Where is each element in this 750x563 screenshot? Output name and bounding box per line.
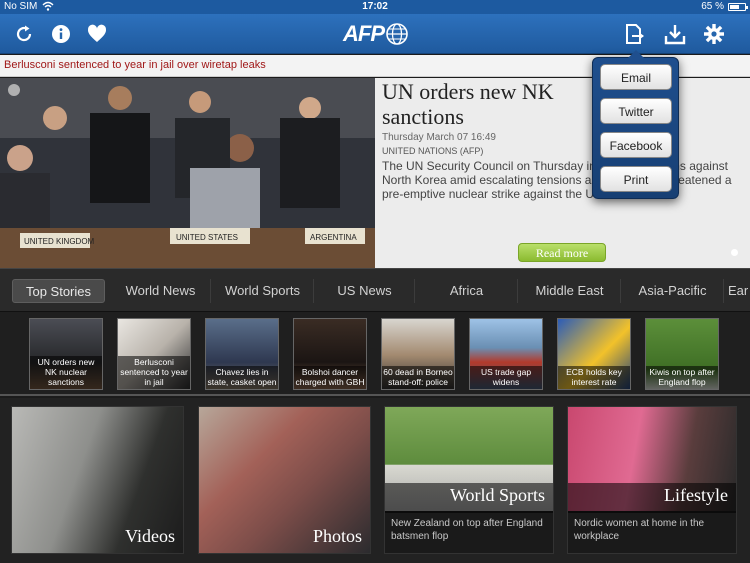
- thumb-caption: Bolshoi dancer charged with GBH: [294, 366, 366, 389]
- toolbar: AFP: [0, 14, 750, 54]
- battery-fill: [730, 5, 739, 9]
- tab-middle-east[interactable]: Middle East: [519, 279, 621, 303]
- sign-united-kingdom: UNITED KINGDOM: [24, 237, 95, 246]
- hero-body: The UN Security Council on Thursday impo…: [382, 159, 732, 201]
- thumb-caption: Kiwis on top after England flop: [646, 366, 718, 389]
- afp-logo: AFP: [343, 21, 408, 47]
- thumb-story[interactable]: Kiwis on top after England flop: [645, 318, 719, 390]
- hero-photo[interactable]: UNITED KINGDOM UNITED STATES ARGENTINA: [0, 78, 375, 268]
- info-button[interactable]: [49, 22, 73, 46]
- share-twitter-button[interactable]: Twitter: [600, 98, 672, 124]
- battery-percent: 65 %: [701, 1, 724, 12]
- download-icon: [664, 25, 686, 45]
- world-sports-label: World Sports: [449, 485, 545, 505]
- tab-us-news[interactable]: US News: [315, 279, 415, 303]
- tab-africa[interactable]: Africa: [416, 279, 518, 303]
- lifestyle-subtitle: Nordic women at home in the workplace: [574, 518, 705, 542]
- share-facebook-button[interactable]: Facebook: [600, 132, 672, 158]
- hero-photo-art: UNITED KINGDOM UNITED STATES ARGENTINA: [0, 78, 375, 268]
- thumb-story[interactable]: ECB holds key interest rate: [557, 318, 631, 390]
- share-print-button[interactable]: Print: [600, 166, 672, 192]
- thumb-caption: Berlusconi sentenced to year in jail: [118, 356, 190, 389]
- sign-argentina: ARGENTINA: [310, 233, 357, 242]
- hero-text: UN orders new NK sanctions Thursday Marc…: [382, 78, 748, 268]
- share-popover: Email Twitter Facebook Print: [592, 50, 679, 199]
- share-email-button[interactable]: Email: [600, 64, 672, 90]
- thumb-story[interactable]: Bolshoi dancer charged with GBH: [293, 318, 367, 390]
- lifestyle-label: Lifestyle: [664, 485, 728, 505]
- thumb-caption: UN orders new NK nuclear sanctions: [30, 356, 102, 389]
- hero-title[interactable]: UN orders new NK sanctions: [382, 79, 597, 129]
- videos-label: Videos: [125, 526, 175, 546]
- hero-source: UNITED NATIONS (AFP): [382, 146, 484, 156]
- category-tabs: Top Stories World News World Sports US N…: [0, 268, 750, 312]
- tab-world-news[interactable]: World News: [111, 279, 211, 303]
- tab-top-stories[interactable]: Top Stories: [12, 279, 105, 303]
- tab-europe[interactable]: Ear: [725, 279, 750, 303]
- sign-united-states: UNITED STATES: [176, 233, 238, 242]
- thumb-story[interactable]: 60 dead in Borneo stand-off: police: [381, 318, 455, 390]
- lifestyle-tile[interactable]: Lifestyle Nordic women at home in the wo…: [567, 406, 737, 554]
- thumb-story[interactable]: UN orders new NK nuclear sanctions: [29, 318, 103, 390]
- ticker-headline[interactable]: Berlusconi sentenced to year in jail ove…: [4, 59, 266, 71]
- section-tiles: Videos Photos World Sports New Zealand o…: [0, 398, 750, 563]
- thumb-story[interactable]: Chavez lies in state, casket open: [205, 318, 279, 390]
- photos-label: Photos: [312, 526, 362, 546]
- battery-icon: [728, 3, 748, 11]
- photos-tile[interactable]: Photos: [198, 406, 371, 554]
- thumb-caption: 60 dead in Borneo stand-off: police: [382, 366, 454, 389]
- status-bar: No SIM 17:02 65 %: [0, 0, 750, 14]
- settings-button[interactable]: [702, 22, 726, 46]
- globe-icon: [386, 23, 408, 45]
- hero-photo-indicator: [8, 84, 20, 96]
- refresh-icon: [16, 25, 32, 42]
- favorites-button[interactable]: [85, 22, 109, 46]
- thumb-caption: Chavez lies in state, casket open: [206, 366, 278, 389]
- world-sports-subtitle: New Zealand on top after England batsmen…: [391, 518, 543, 542]
- thumb-caption: US trade gap widens: [470, 366, 542, 389]
- page-indicator-dot: [731, 249, 738, 256]
- heart-icon: [87, 24, 107, 42]
- thumb-caption: ECB holds key interest rate: [558, 366, 630, 389]
- share-button[interactable]: [623, 22, 647, 46]
- app-root: No SIM 17:02 65 % AFP Berlusconi sentenc…: [0, 0, 750, 563]
- clock: 17:02: [362, 1, 388, 12]
- story-thumbnails: UN orders new NK nuclear sanctions Berlu…: [0, 312, 750, 396]
- world-sports-tile[interactable]: World Sports New Zealand on top after En…: [384, 406, 554, 554]
- tab-world-sports[interactable]: World Sports: [212, 279, 314, 303]
- refresh-button[interactable]: [12, 22, 36, 46]
- share-icon: [626, 24, 644, 44]
- tab-asia-pacific[interactable]: Asia-Pacific: [622, 279, 724, 303]
- gear-icon: [704, 24, 724, 44]
- info-icon: [52, 25, 70, 43]
- videos-tile[interactable]: Videos: [11, 406, 184, 554]
- read-more-button[interactable]: Read more: [518, 243, 606, 262]
- thumb-story[interactable]: US trade gap widens: [469, 318, 543, 390]
- logo-text: AFP: [343, 21, 385, 46]
- hero-date: Thursday March 07 16:49: [382, 132, 496, 143]
- thumb-story[interactable]: Berlusconi sentenced to year in jail: [117, 318, 191, 390]
- download-button[interactable]: [663, 22, 687, 46]
